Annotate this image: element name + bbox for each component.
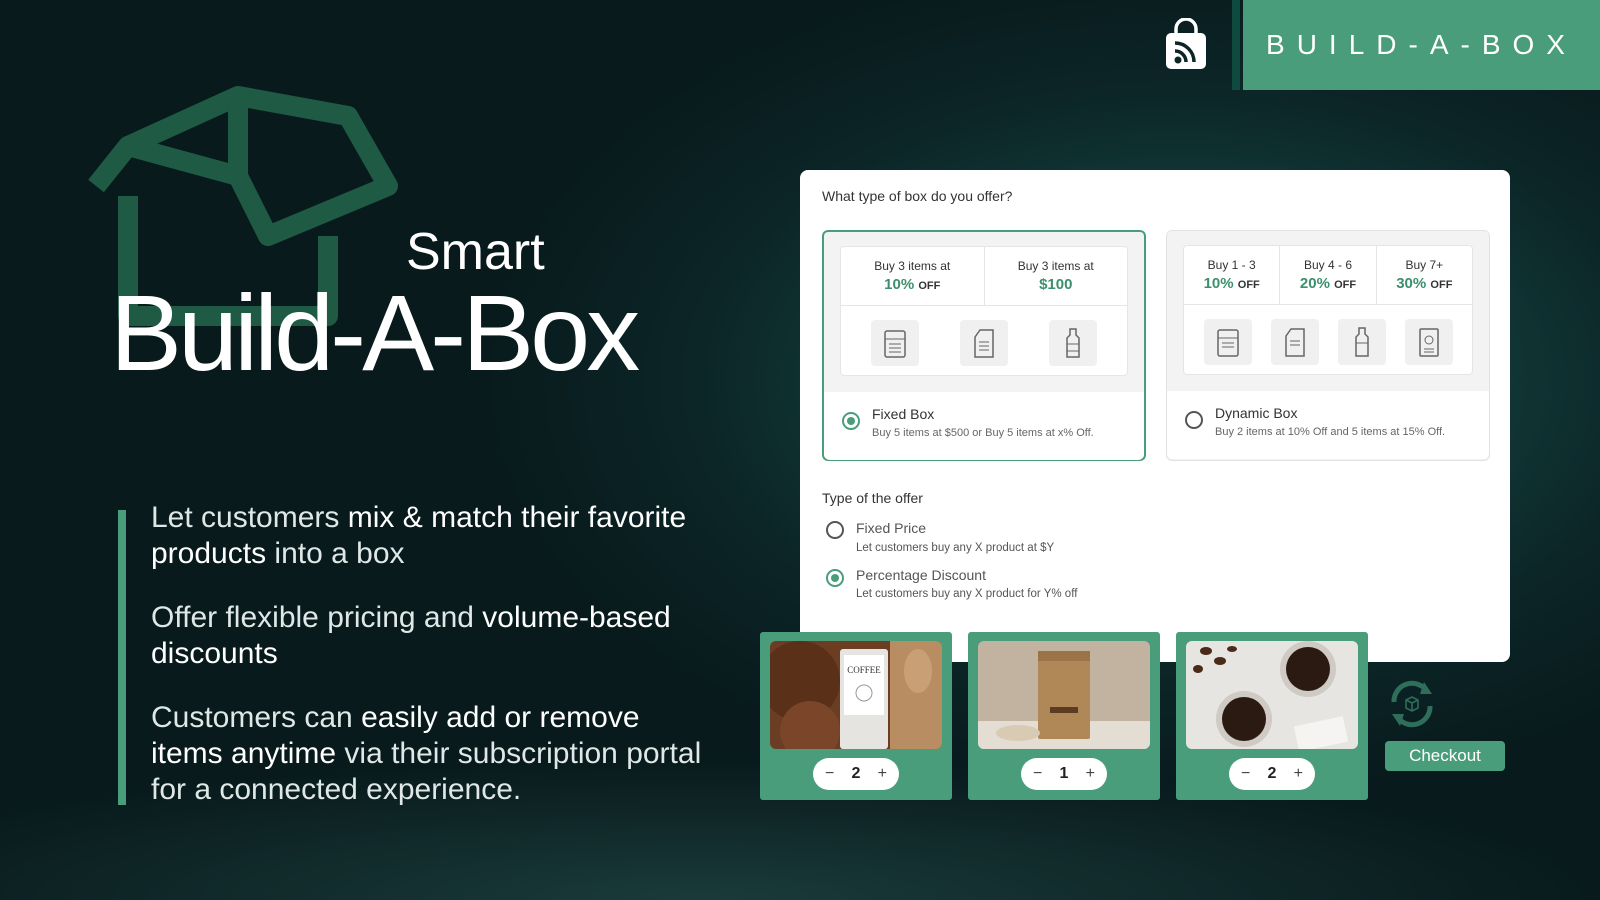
jar-icon — [871, 320, 920, 366]
offer-type-heading: Type of the offer — [822, 490, 923, 506]
tier-label: Buy 7+ — [1405, 258, 1444, 272]
fixed-box-desc: Buy 5 items at $500 or Buy 5 items at x%… — [872, 427, 1094, 439]
carton-icon — [959, 320, 1008, 366]
tier-suffix: OFF — [918, 280, 941, 292]
quantity-value: 2 — [1267, 765, 1277, 782]
minus-button[interactable]: − — [825, 765, 834, 783]
quantity-value: 1 — [1059, 765, 1069, 782]
carton-icon — [1270, 319, 1319, 365]
point-text: Customers can — [151, 701, 362, 734]
hero-title: Build-A-Box — [110, 272, 640, 393]
fixed-box-footer: Fixed Box Buy 5 items at $500 or Buy 5 i… — [824, 392, 1144, 460]
tier-label: Buy 3 items at — [1017, 259, 1094, 273]
tier-label: Buy 4 - 6 — [1303, 258, 1352, 272]
coffee-bag-image — [978, 641, 1150, 749]
tier-value: 10% — [1203, 275, 1234, 292]
coffee-pouch-image: COFFEE — [770, 641, 942, 749]
feature-point: Offer flexible pricing and volume-based … — [151, 600, 711, 672]
point-text: Let customers — [151, 501, 348, 534]
plus-button[interactable]: + — [878, 765, 887, 783]
product-card: − 1 + — [968, 632, 1160, 800]
box-settings-card: What type of box do you offer? Buy 3 ite… — [800, 170, 1510, 662]
plus-button[interactable]: + — [1294, 765, 1303, 783]
minus-button[interactable]: − — [1033, 765, 1042, 783]
coffee-cups-image — [1186, 641, 1358, 749]
dynamic-box-footer: Dynamic Box Buy 2 items at 10% Off and 5… — [1167, 391, 1489, 459]
dynamic-box-desc: Buy 2 items at 10% Off and 5 items at 15… — [1215, 426, 1446, 438]
percentage-discount-radio[interactable] — [826, 569, 844, 587]
fixed-box-title: Fixed Box — [872, 406, 935, 422]
dynamic-box-radio[interactable] — [1185, 411, 1203, 429]
tier-value: $100 — [1039, 276, 1073, 293]
feature-point: Let customers mix & match their favorite… — [151, 500, 711, 572]
quantity-stepper[interactable]: − 1 + — [1021, 758, 1107, 790]
fixed-box-radio[interactable] — [842, 412, 860, 430]
quantity-stepper[interactable]: − 2 + — [813, 758, 899, 790]
tier-cell: Buy 3 items at 10% OFF — [841, 247, 985, 305]
tier-value: 20% — [1299, 275, 1330, 292]
fixed-price-label: Fixed Price — [856, 520, 927, 536]
tier-cell: Buy 3 items at $100 — [985, 247, 1128, 305]
coffee-bag-icon — [1404, 319, 1453, 365]
checkout-button[interactable]: Checkout — [1385, 741, 1505, 771]
feature-point: Customers can easily add or remove items… — [151, 700, 711, 808]
refresh-box-icon — [1391, 680, 1433, 728]
tier-suffix: OFF — [1334, 279, 1357, 291]
fixed-price-radio[interactable] — [826, 521, 844, 539]
coffee-pouch-label: COFFEE — [847, 665, 881, 675]
tier-suffix: OFF — [1237, 279, 1260, 291]
tier-value: 10% — [884, 276, 915, 293]
quantity-value: 2 — [851, 765, 861, 782]
dynamic-box-option[interactable]: Buy 1 - 3 10% OFF Buy 4 - 6 20% OFF Buy … — [1166, 230, 1490, 461]
dynamic-box-title: Dynamic Box — [1215, 405, 1298, 421]
brand-accent-bar — [1232, 0, 1240, 90]
minus-button[interactable]: − — [1241, 765, 1250, 783]
tier-cell: Buy 4 - 6 20% OFF — [1280, 246, 1377, 304]
jar-icon — [1203, 319, 1252, 365]
dynamic-box-preview: Buy 1 - 3 10% OFF Buy 4 - 6 20% OFF Buy … — [1183, 245, 1473, 375]
tier-suffix: OFF — [1430, 279, 1453, 291]
tier-label: Buy 1 - 3 — [1207, 258, 1256, 272]
fixed-box-preview: Buy 3 items at 10% OFF Buy 3 items at $1… — [840, 246, 1128, 376]
brand-name: BUILD-A-BOX — [1266, 29, 1577, 60]
brand-banner: BUILD-A-BOX — [1243, 0, 1600, 90]
fixed-box-option[interactable]: Buy 3 items at 10% OFF Buy 3 items at $1… — [822, 230, 1146, 461]
feature-points: Let customers mix & match their favorite… — [151, 500, 711, 836]
shopping-bag-rss-icon — [1166, 18, 1206, 69]
percentage-discount-label: Percentage Discount — [856, 567, 986, 583]
percentage-discount-desc: Let customers buy any X product for Y% o… — [856, 588, 1078, 600]
product-card: COFFEE − 2 + — [760, 632, 952, 800]
point-text: into a box — [266, 537, 405, 570]
tier-label: Buy 3 items at — [874, 259, 951, 273]
bottle-icon — [1048, 320, 1097, 366]
point-text: Offer flexible pricing and — [151, 601, 483, 634]
quantity-stepper[interactable]: − 2 + — [1229, 758, 1315, 790]
bottle-icon — [1337, 319, 1386, 365]
fixed-price-desc: Let customers buy any X product at $Y — [856, 542, 1055, 554]
points-accent-bar — [118, 510, 126, 805]
box-type-question: What type of box do you offer? — [822, 188, 1013, 204]
plus-button[interactable]: + — [1086, 765, 1095, 783]
tier-cell: Buy 7+ 30% OFF — [1377, 246, 1472, 304]
product-card: − 2 + — [1176, 632, 1368, 800]
tier-cell: Buy 1 - 3 10% OFF — [1184, 246, 1281, 304]
tier-value: 30% — [1396, 275, 1427, 292]
